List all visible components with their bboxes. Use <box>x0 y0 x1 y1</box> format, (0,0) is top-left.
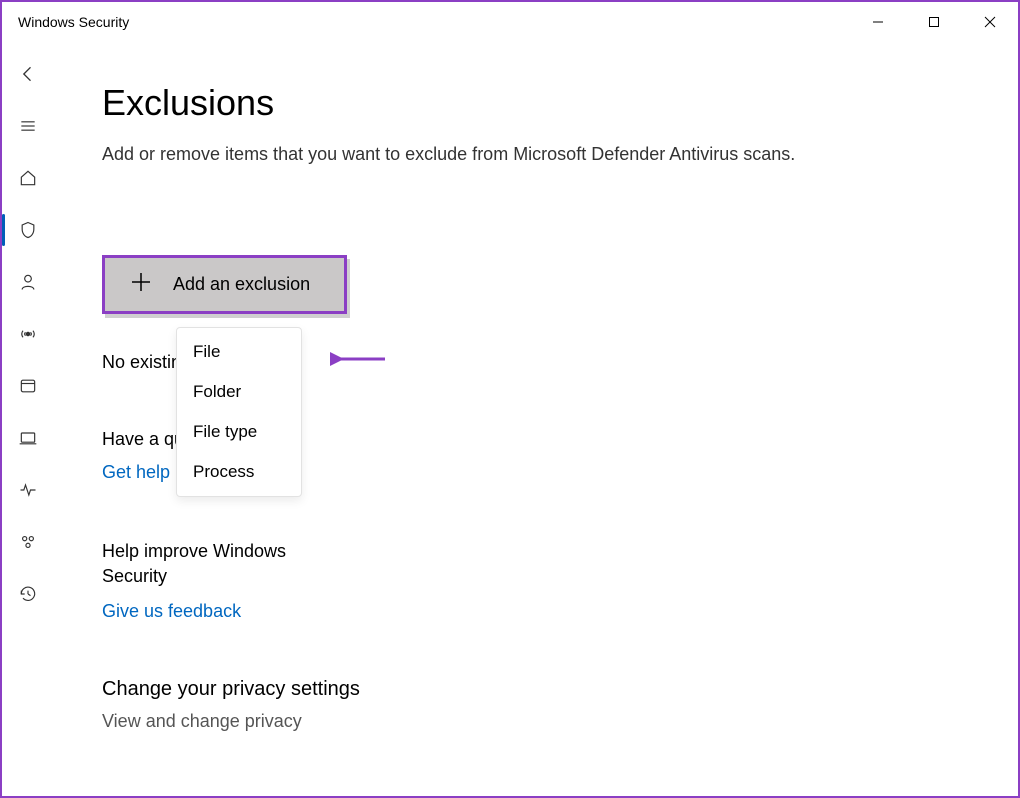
firewall-icon[interactable] <box>8 320 48 348</box>
feedback-heading: Help improve Windows Security <box>102 539 342 589</box>
app-browser-icon[interactable] <box>8 372 48 400</box>
page-description: Add or remove items that you want to exc… <box>102 144 970 165</box>
performance-icon[interactable] <box>8 476 48 504</box>
add-exclusion-label: Add an exclusion <box>173 274 310 295</box>
window-controls <box>850 2 1018 42</box>
maximize-button[interactable] <box>906 2 962 42</box>
titlebar: Windows Security <box>2 2 1018 42</box>
history-icon[interactable] <box>8 580 48 608</box>
dropdown-item-file[interactable]: File <box>177 332 301 372</box>
back-button[interactable] <box>8 60 48 88</box>
dropdown-item-process[interactable]: Process <box>177 452 301 492</box>
feedback-link[interactable]: Give us feedback <box>102 601 241 622</box>
window-title: Windows Security <box>18 14 129 30</box>
account-icon[interactable] <box>8 268 48 296</box>
minimize-button[interactable] <box>850 2 906 42</box>
family-icon[interactable] <box>8 528 48 556</box>
privacy-heading: Change your privacy settings <box>102 678 970 701</box>
dropdown-item-folder[interactable]: Folder <box>177 372 301 412</box>
shield-icon[interactable] <box>8 216 48 244</box>
add-exclusion-button[interactable]: Add an exclusion <box>102 255 347 314</box>
sidebar <box>2 42 54 796</box>
close-button[interactable] <box>962 2 1018 42</box>
home-icon[interactable] <box>8 164 48 192</box>
plus-icon <box>129 270 153 299</box>
content-area: Exclusions Add or remove items that you … <box>54 42 1018 796</box>
exclusion-type-dropdown: File Folder File type Process <box>176 327 302 497</box>
get-help-link[interactable]: Get help <box>102 462 170 483</box>
menu-button[interactable] <box>8 112 48 140</box>
page-title: Exclusions <box>102 82 970 124</box>
device-icon[interactable] <box>8 424 48 452</box>
dropdown-item-filetype[interactable]: File type <box>177 412 301 452</box>
privacy-subtext: View and change privacy <box>102 711 970 732</box>
